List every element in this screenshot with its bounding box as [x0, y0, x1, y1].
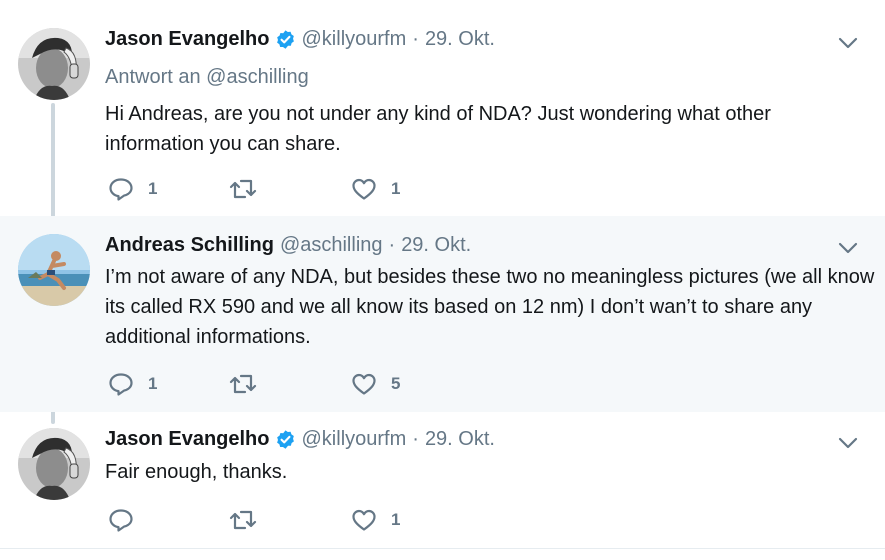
tweet-date[interactable]: 29. Okt. [401, 234, 471, 257]
retweet-button[interactable] [229, 372, 271, 396]
reply-icon [109, 509, 133, 532]
retweet-icon [229, 179, 257, 199]
avatar[interactable] [18, 428, 90, 500]
author-handle[interactable]: @killyourfm [302, 28, 407, 51]
like-button[interactable]: 1 [351, 177, 400, 201]
tweet-header: Jason Evangelho @killyourfm · 29. Okt. [105, 428, 495, 451]
retweet-button[interactable] [229, 177, 271, 201]
author-name[interactable]: Jason Evangelho [105, 428, 270, 451]
author-handle[interactable]: @killyourfm [302, 428, 407, 451]
heart-icon [352, 178, 376, 200]
separator-dot: · [412, 28, 419, 50]
verified-badge-icon [275, 29, 296, 50]
chevron-down-icon[interactable] [837, 237, 859, 259]
retweet-icon [229, 374, 257, 394]
tweet-text: Hi Andreas, are you not under any kind o… [105, 103, 771, 155]
retweet-button[interactable] [229, 508, 271, 532]
tweet-header: Andreas Schilling @aschilling · 29. Okt. [105, 234, 471, 257]
tweet-header: Jason Evangelho @killyourfm · 29. Okt. [105, 28, 495, 51]
separator-dot: · [412, 428, 419, 450]
tweet-text: I’m not aware of any NDA, but besides th… [105, 266, 875, 348]
avatar[interactable] [18, 28, 90, 100]
verified-badge-icon [275, 429, 296, 450]
reply-icon [109, 373, 133, 396]
like-button[interactable]: 5 [351, 372, 400, 396]
like-count: 5 [391, 374, 401, 393]
chevron-down-icon[interactable] [837, 432, 859, 454]
tweet[interactable]: Jason Evangelho @killyourfm · 29. Okt. A… [0, 0, 885, 216]
reply-to-handle[interactable]: @aschilling [206, 66, 309, 88]
heart-icon [352, 509, 376, 531]
reply-count: 1 [148, 374, 158, 393]
reply-to-prefix: Antwort an [105, 66, 201, 88]
reply-button[interactable]: 1 [108, 372, 157, 396]
tweet-highlighted[interactable]: Andreas Schilling @aschilling · 29. Okt.… [0, 216, 885, 412]
like-count: 1 [391, 510, 401, 529]
tweet[interactable]: Jason Evangelho @killyourfm · 29. Okt. F… [0, 412, 885, 548]
author-handle[interactable]: @aschilling [280, 234, 383, 257]
divider [0, 548, 885, 549]
avatar[interactable] [18, 234, 90, 306]
reply-button[interactable] [108, 508, 148, 532]
reply-icon [109, 178, 133, 201]
heart-icon [352, 373, 376, 395]
separator-dot: · [388, 234, 396, 256]
author-name[interactable]: Andreas Schilling [105, 234, 274, 257]
tweet-date[interactable]: 29. Okt. [425, 428, 495, 451]
retweet-icon [229, 510, 257, 530]
like-count: 1 [391, 179, 401, 198]
reply-button[interactable]: 1 [108, 177, 157, 201]
like-button[interactable]: 1 [351, 508, 400, 532]
tweet-text: Fair enough, thanks. [105, 461, 288, 483]
reply-count: 1 [148, 179, 158, 198]
tweet-date[interactable]: 29. Okt. [425, 28, 495, 51]
author-name[interactable]: Jason Evangelho [105, 28, 270, 51]
chevron-down-icon[interactable] [837, 32, 859, 54]
reply-to-line: Antwort an @aschilling [105, 66, 309, 89]
